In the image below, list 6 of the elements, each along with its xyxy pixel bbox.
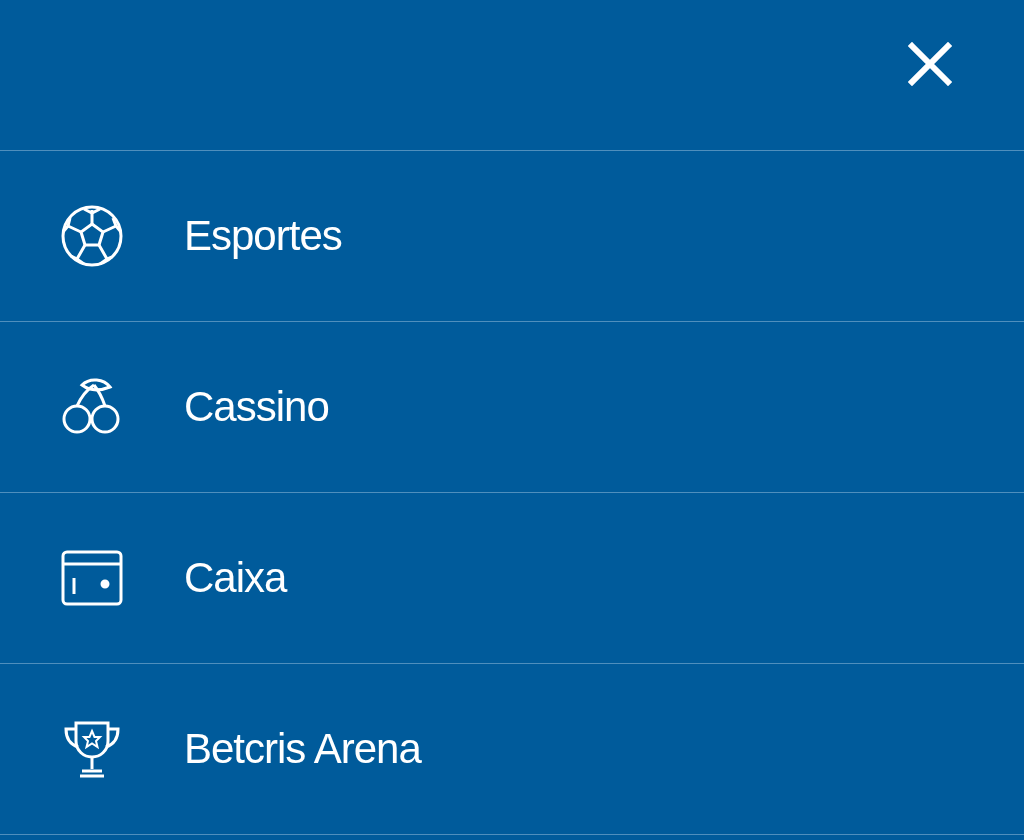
menu-item[interactable]: Cassino (184, 383, 329, 431)
menu-item[interactable]: Esportes (184, 212, 342, 260)
menu-item[interactable]: Caixa (184, 554, 287, 602)
menu-item[interactable]: Betcris Arena (184, 725, 421, 773)
close-icon[interactable] (908, 42, 952, 86)
soccer-ball-icon (60, 204, 124, 268)
